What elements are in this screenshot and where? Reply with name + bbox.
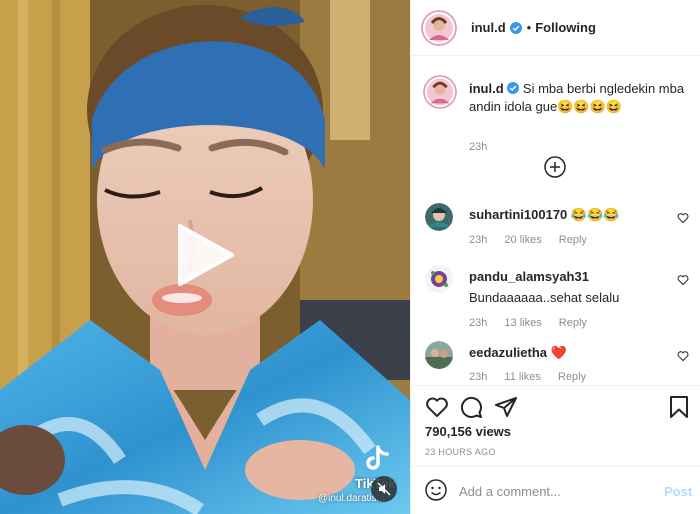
- comment-body: Bundaaaaaa..sehat selalu: [469, 290, 620, 305]
- comment-username[interactable]: eedazulietha: [469, 345, 547, 360]
- mute-button[interactable]: [371, 476, 397, 502]
- list-item: suhartini100170 😂😂😂 23h 20 likes Reply: [425, 201, 695, 257]
- reply-button[interactable]: Reply: [559, 234, 587, 246]
- avatar[interactable]: [425, 265, 453, 293]
- heart-outline-icon[interactable]: [677, 274, 689, 286]
- verified-icon: [509, 21, 522, 34]
- caption-username[interactable]: inul.d: [469, 81, 504, 96]
- tiktok-icon: [366, 445, 389, 470]
- separator-dot: •: [526, 20, 532, 35]
- comment-username[interactable]: suhartini100170: [469, 207, 567, 222]
- action-bar: 790,156 views 23 HOURS AGO: [411, 385, 700, 475]
- mute-icon: [377, 482, 391, 496]
- post-side-panel: inul.d • Following inul.d Si mba berbi n…: [410, 0, 700, 514]
- reply-button[interactable]: Reply: [559, 317, 587, 329]
- avatar[interactable]: [425, 203, 453, 231]
- avatar[interactable]: [423, 75, 457, 109]
- post-comment-button[interactable]: Post: [664, 484, 692, 499]
- caption-time[interactable]: 23h: [469, 141, 487, 153]
- list-item: pandu_alamsyah31 Bundaaaaaa..sehat selal…: [425, 263, 695, 329]
- comment-body: ❤️: [550, 345, 567, 360]
- comment-time[interactable]: 23h: [469, 371, 487, 383]
- heart-outline-icon[interactable]: [425, 395, 449, 419]
- post-username[interactable]: inul.d: [471, 20, 506, 35]
- play-icon[interactable]: [176, 222, 236, 288]
- comment-likes[interactable]: 20 likes: [504, 234, 541, 246]
- post-video[interactable]: TikTok @inul.daratista: [0, 0, 410, 514]
- comment-body: 😂😂😂: [570, 207, 620, 222]
- share-icon[interactable]: [494, 395, 518, 419]
- plus-circle-icon[interactable]: [544, 156, 566, 178]
- comment-meta: 23h 11 likes Reply: [469, 371, 600, 383]
- reply-button[interactable]: Reply: [558, 371, 586, 383]
- comment-time[interactable]: 23h: [469, 317, 487, 329]
- caption-text-block: inul.d Si mba berbi ngledekin mba andin …: [469, 80, 689, 116]
- verified-icon: [507, 82, 520, 94]
- list-item: eedazulietha ❤️ 23h 11 likes Reply: [425, 339, 695, 385]
- comment-time[interactable]: 23h: [469, 234, 487, 246]
- comment-username[interactable]: pandu_alamsyah31: [469, 269, 589, 284]
- comment-username-line: pandu_alamsyah31: [469, 269, 589, 284]
- heart-outline-icon[interactable]: [677, 350, 689, 362]
- comment-text: eedazulietha ❤️: [469, 345, 567, 361]
- post-time[interactable]: 23 HOURS AGO: [425, 447, 496, 457]
- comment-text: suhartini100170 😂😂😂: [469, 207, 619, 223]
- avatar[interactable]: [425, 341, 453, 369]
- heart-outline-icon[interactable]: [677, 212, 689, 224]
- following-button[interactable]: Following: [535, 20, 596, 35]
- avatar[interactable]: [421, 9, 457, 46]
- comments-list[interactable]: inul.d Si mba berbi ngledekin mba andin …: [411, 57, 700, 385]
- bookmark-icon[interactable]: [667, 395, 691, 419]
- comment-likes[interactable]: 13 likes: [504, 317, 541, 329]
- comment-icon[interactable]: [459, 395, 483, 419]
- emoji-icon[interactable]: [425, 479, 447, 501]
- comment-input[interactable]: [459, 481, 649, 501]
- comment-meta: 23h 20 likes Reply: [469, 234, 601, 246]
- add-comment-bar: Post: [411, 466, 700, 514]
- post-header: inul.d • Following: [411, 0, 700, 56]
- view-count[interactable]: 790,156 views: [425, 424, 511, 439]
- comment-likes[interactable]: 11 likes: [504, 371, 540, 383]
- comment-meta: 23h 13 likes Reply: [469, 317, 601, 329]
